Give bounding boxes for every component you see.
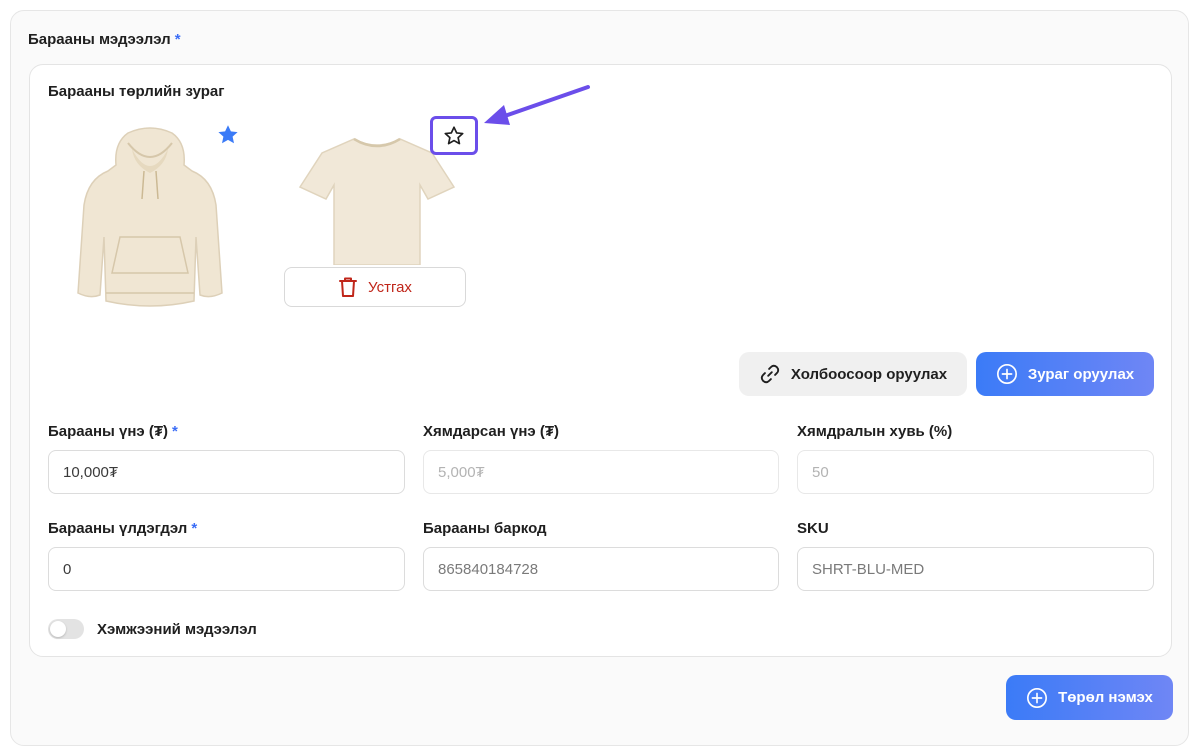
discount-percent-label: Хямдралын хувь (%): [797, 423, 953, 440]
discount-percent-input[interactable]: [797, 450, 1154, 494]
required-mark: *: [174, 31, 181, 48]
barcode-label: Барааны баркод: [423, 520, 547, 537]
add-variant-label: Төрөл нэмэх: [1058, 689, 1153, 706]
required-mark: *: [191, 520, 198, 537]
price-label: Барааны үнэ (₮) *: [48, 423, 178, 440]
required-mark: *: [172, 423, 178, 440]
trash-icon: [339, 277, 358, 297]
variant-card: Барааны төрлийн зураг Устгах Холбоосоор …: [29, 64, 1172, 657]
link-icon: [760, 364, 780, 384]
add-variant-button[interactable]: Төрөл нэмэх: [1006, 675, 1173, 720]
upload-image-label: Зураг оруулах: [1027, 365, 1135, 383]
stock-label: Барааны үлдэгдэл *: [48, 520, 197, 537]
hoodie-image[interactable]: [70, 125, 230, 310]
plus-circle-icon: [996, 364, 1017, 384]
upload-by-link-button[interactable]: Холбоосоор оруулах: [739, 352, 967, 396]
star-outline-icon: [444, 125, 464, 144]
variant-image-title: Барааны төрлийн зураг: [48, 83, 225, 100]
delete-label: Устгах: [368, 278, 412, 296]
set-primary-star-button[interactable]: [430, 116, 478, 155]
product-info-section: Барааны мэдээлэл* Барааны төрлийн зураг: [10, 10, 1189, 746]
barcode-input[interactable]: [423, 547, 779, 591]
primary-star-icon[interactable]: [216, 123, 240, 147]
section-title-text: Барааны мэдээлэл: [28, 31, 171, 48]
toggle-knob: [50, 621, 66, 637]
delete-image-button[interactable]: Устгах: [284, 267, 466, 307]
section-title: Барааны мэдээлэл *: [28, 31, 181, 48]
annotation-arrow-icon: [484, 85, 590, 125]
discount-price-label: Хямдарсан үнэ (₮): [423, 423, 559, 440]
stock-label-text: Барааны үлдэгдэл: [48, 520, 188, 537]
sku-label: SKU: [797, 520, 829, 537]
upload-image-button[interactable]: Зураг оруулах: [976, 352, 1154, 396]
price-input[interactable]: [48, 450, 405, 494]
upload-by-link-label: Холбоосоор оруулах: [790, 365, 948, 383]
sku-input[interactable]: [797, 547, 1154, 591]
price-label-text: Барааны үнэ (₮): [48, 423, 169, 440]
stock-input[interactable]: [48, 547, 405, 591]
size-info-toggle[interactable]: [48, 619, 84, 639]
plus-circle-icon: [1027, 687, 1048, 708]
discount-price-input[interactable]: [423, 450, 779, 494]
size-info-label: Хэмжээний мэдээлэл: [97, 621, 257, 638]
